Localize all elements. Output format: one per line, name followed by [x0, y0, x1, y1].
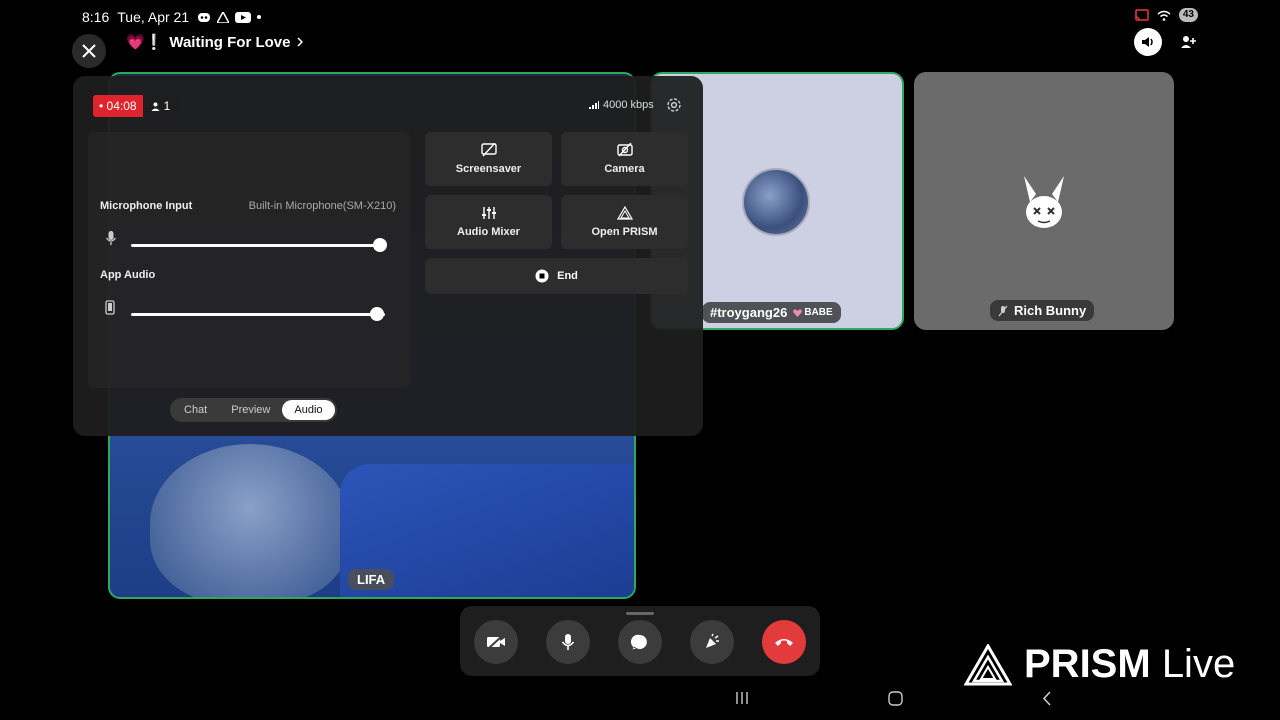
toggle-video-button[interactable]	[474, 620, 518, 664]
microphone-icon	[105, 231, 117, 245]
bitrate-indicator: 4000 kbps	[589, 99, 654, 111]
stop-icon	[535, 269, 549, 283]
mic-volume-knob[interactable]	[372, 238, 387, 252]
participant-name-label: #troygang26	[710, 305, 788, 320]
app-audio-volume-knob[interactable]	[370, 307, 385, 321]
gear-icon	[667, 98, 681, 112]
signal-bars-icon	[589, 101, 599, 109]
phone-hangup-icon	[775, 639, 793, 646]
youtube-icon	[235, 11, 252, 23]
more-notifications-icon	[257, 15, 262, 19]
screensaver-off-icon	[480, 143, 497, 157]
rocket-activity-icon	[706, 633, 719, 648]
brand-name-light: Live	[1161, 642, 1236, 686]
mic-volume-slider[interactable]	[131, 238, 387, 252]
participant-name-label: Rich Bunny	[1014, 303, 1087, 318]
participant-name-troy: #troygang26 BABE	[702, 302, 841, 323]
home-button[interactable]	[885, 688, 905, 708]
mic-device-name: Built-in Microphone(SM-X210)	[248, 200, 396, 212]
recording-timer: • 04:08	[93, 95, 143, 117]
toggle-mic-button[interactable]	[546, 620, 590, 664]
back-icon	[1042, 690, 1051, 706]
prism-notification-icon	[217, 11, 230, 23]
muted-mic-icon	[998, 305, 1008, 316]
status-bar: 8:16 Tue, Apr 21	[82, 8, 262, 26]
panel-tabs: Chat Preview Audio	[170, 398, 337, 422]
bitrate-value: 4000 kbps	[603, 99, 654, 111]
battery-indicator: 43	[1178, 8, 1198, 22]
status-time: 8:16	[82, 9, 110, 25]
status-date: Tue, Apr 21	[117, 9, 190, 25]
wifi-icon	[1157, 10, 1171, 21]
app-audio-volume-slider[interactable]	[131, 307, 385, 321]
top-right-controls	[1134, 28, 1202, 56]
app-audio-label: App Audio	[100, 269, 156, 281]
role-badge-label: BABE	[804, 307, 833, 318]
audio-mixer-button[interactable]: Audio Mixer	[425, 195, 552, 249]
video-off-icon	[487, 634, 505, 650]
participant-name-lifa: LIFA	[348, 569, 395, 590]
phone-device-icon	[105, 300, 115, 315]
audio-mixer-label: Audio Mixer	[457, 226, 520, 238]
screensaver-label: Screensaver	[455, 163, 522, 175]
open-prism-label: Open PRISM	[591, 226, 658, 238]
settings-button[interactable]	[665, 96, 683, 114]
viewer-count: 1	[142, 95, 179, 117]
mic-input-label: Microphone Input	[100, 200, 193, 212]
role-badge: BABE	[793, 307, 833, 318]
screensaver-button[interactable]: Screensaver	[425, 132, 552, 186]
avatar	[742, 168, 810, 236]
recording-time: 04:08	[106, 99, 137, 113]
chevron-right-icon	[297, 37, 304, 47]
speaker-icon	[1142, 37, 1153, 47]
add-user-icon	[1181, 36, 1196, 48]
activities-button[interactable]	[690, 620, 734, 664]
close-button[interactable]	[72, 34, 106, 68]
system-navigation-bar	[730, 688, 1070, 708]
home-icon	[887, 690, 903, 706]
recent-apps-button[interactable]	[732, 688, 752, 708]
open-prism-button[interactable]: Open PRISM	[561, 195, 688, 249]
camera-off-icon	[616, 143, 633, 157]
discord-icon	[198, 12, 211, 22]
channel-name: Waiting For Love	[169, 33, 291, 51]
speaker-button[interactable]	[1134, 28, 1162, 56]
camera-label: Camera	[604, 163, 645, 175]
participant-name-bunny: Rich Bunny	[990, 300, 1095, 321]
prism-control-panel: • 04:08 1 4000 kbps Microphone Input Bui…	[73, 76, 703, 436]
cast-icon	[1135, 9, 1149, 21]
audio-settings-card: Microphone Input Built-in Microphone(SM-…	[88, 132, 410, 388]
channel-title[interactable]: 💗❕ Waiting For Love	[126, 33, 304, 51]
end-label: End	[557, 270, 578, 282]
hang-up-button[interactable]	[762, 620, 806, 664]
end-stream-button[interactable]: End	[425, 258, 688, 294]
camera-button[interactable]: Camera	[561, 132, 688, 186]
prism-logo-icon	[616, 206, 633, 220]
participant-video	[150, 444, 350, 597]
brand-name-bold: PRISM	[1024, 642, 1151, 686]
tab-chat[interactable]: Chat	[172, 400, 219, 420]
mixer-icon	[481, 207, 496, 219]
drag-handle[interactable]	[626, 612, 654, 615]
back-button[interactable]	[1037, 688, 1057, 708]
person-icon	[151, 102, 160, 111]
chat-button[interactable]	[618, 620, 662, 664]
viewer-count-value: 1	[163, 99, 171, 113]
tab-preview[interactable]: Preview	[219, 400, 282, 420]
recent-apps-icon	[736, 692, 748, 704]
close-icon	[82, 44, 96, 58]
tab-audio[interactable]: Audio	[282, 400, 335, 420]
bunny-avatar-icon	[1024, 176, 1064, 228]
live-status-badge: • 04:08 1	[93, 95, 179, 117]
status-notification-icons	[197, 11, 262, 23]
heart-icon	[793, 308, 803, 317]
channel-emoji: 💗❕	[126, 34, 164, 51]
microphone-icon	[561, 634, 575, 650]
invite-button[interactable]	[1174, 28, 1202, 56]
prism-live-watermark: PRISM Live	[964, 642, 1235, 687]
prism-logo-icon	[964, 643, 1012, 685]
video-tile-rich-bunny[interactable]: Rich Bunny	[914, 72, 1174, 330]
chat-bubble-icon	[631, 634, 647, 650]
status-right: 43	[1135, 8, 1198, 22]
